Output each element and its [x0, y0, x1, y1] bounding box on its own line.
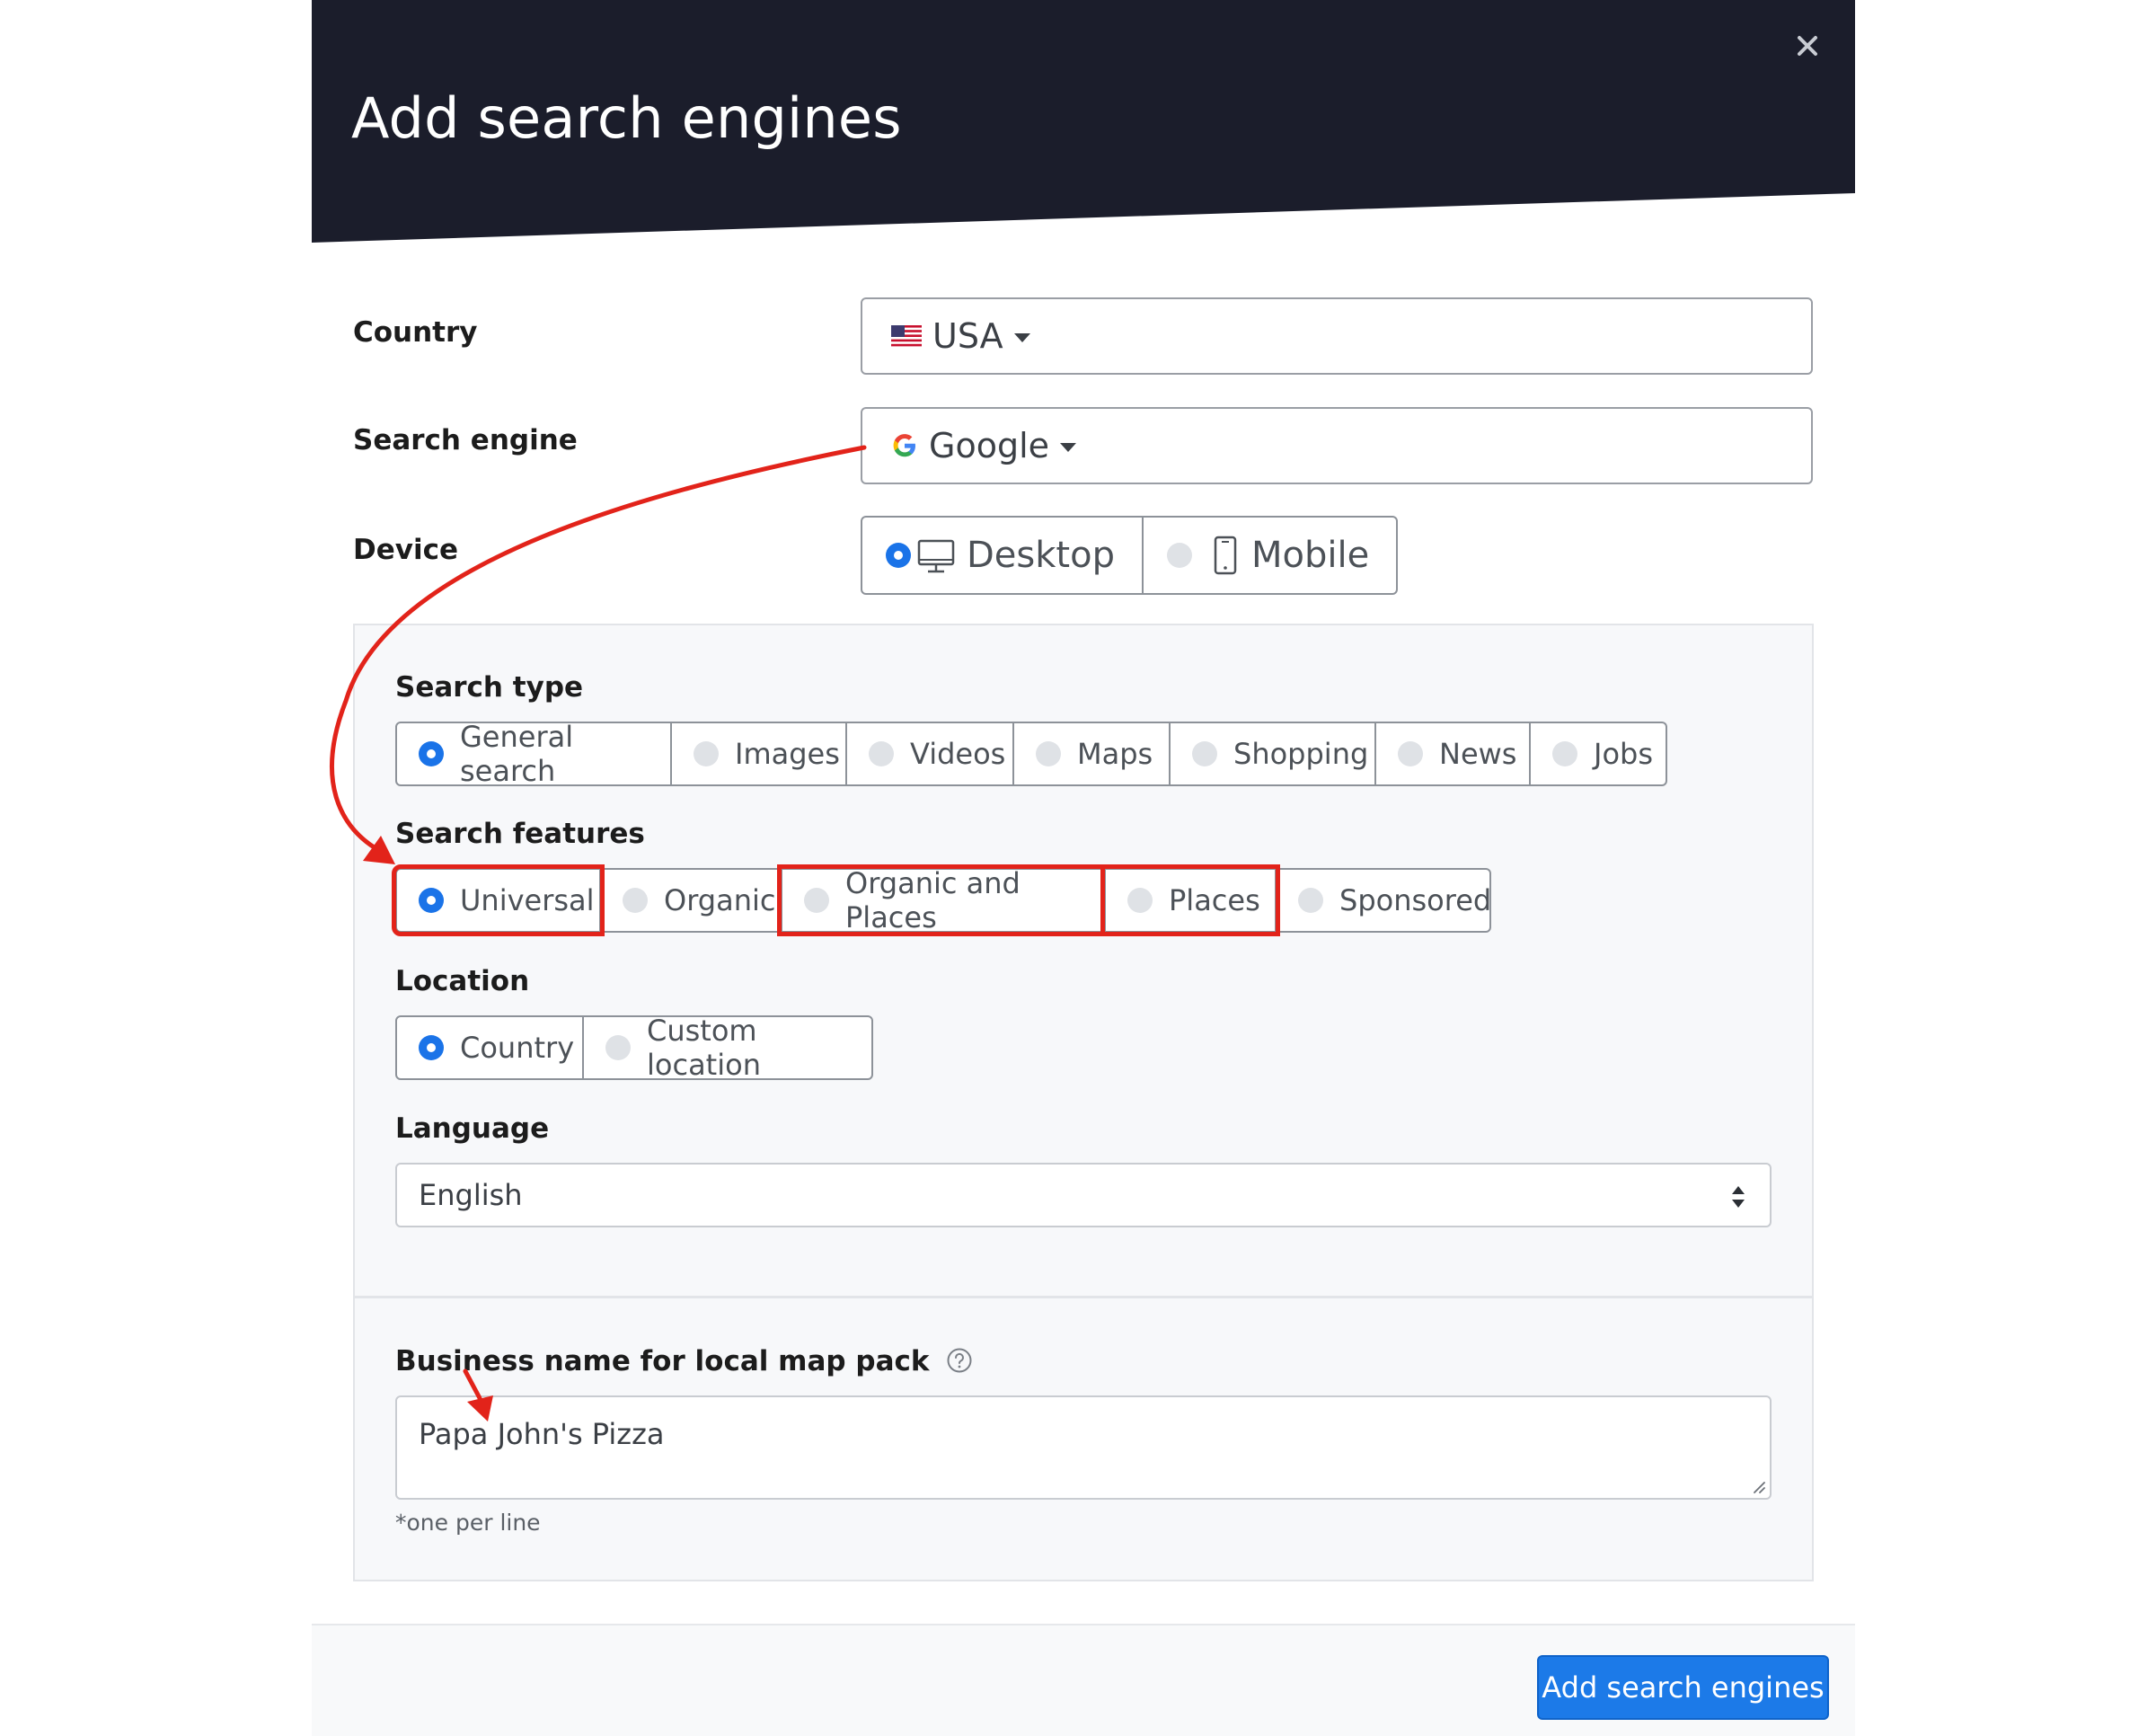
search-feature-option-label: Universal [460, 883, 595, 917]
search-features-label: Search features [395, 818, 645, 850]
radio-selected-icon [419, 1035, 444, 1060]
search-feature-option-label: Sponsored [1339, 883, 1492, 917]
search-type-general[interactable]: General search [395, 720, 672, 788]
radio-selected-icon [419, 741, 444, 766]
location-toggle: Country Custom location [395, 1014, 873, 1082]
radio-unselected-icon [1192, 741, 1217, 766]
modal-footer: Add search engines [312, 1624, 1855, 1736]
mobile-icon [1214, 536, 1237, 575]
search-engine-label: Search engine [353, 424, 578, 456]
search-feature-organic-and-places[interactable]: Organic and Places [777, 864, 1109, 936]
radio-selected-icon [886, 543, 911, 568]
search-feature-sponsored[interactable]: Sponsored [1275, 868, 1491, 933]
device-option-label: Desktop [967, 535, 1115, 576]
radio-unselected-icon [1552, 741, 1577, 766]
caret-down-icon [1060, 443, 1077, 452]
search-type-jobs[interactable]: Jobs [1529, 722, 1667, 786]
search-type-videos[interactable]: Videos [845, 722, 1014, 786]
search-type-option-label: Maps [1077, 737, 1153, 771]
one-per-line-hint: *one per line [395, 1510, 541, 1536]
device-option-label: Mobile [1250, 535, 1370, 576]
country-label: Country [353, 316, 478, 349]
search-type-option-label: Images [735, 737, 840, 771]
radio-unselected-icon [1298, 888, 1323, 913]
resize-handle-icon[interactable] [1750, 1478, 1766, 1494]
search-type-option-label: General search [460, 720, 574, 788]
search-engine-select[interactable]: Google [861, 407, 1813, 484]
search-type-shopping[interactable]: Shopping [1169, 722, 1376, 786]
language-label: Language [395, 1112, 550, 1145]
business-name-value: Papa John's Pizza [419, 1417, 665, 1451]
search-feature-option-label: Organic [664, 883, 776, 917]
country-select[interactable]: USA [861, 297, 1813, 375]
radio-unselected-icon [1127, 888, 1153, 913]
search-type-option-label: Videos [910, 737, 1006, 771]
radio-unselected-icon [623, 888, 648, 913]
us-flag-icon [891, 325, 922, 347]
search-feature-organic[interactable]: Organic [599, 868, 782, 933]
language-value: English [419, 1178, 523, 1212]
desktop-icon [917, 539, 955, 573]
search-feature-universal[interactable]: Universal [392, 864, 605, 936]
search-engine-value: Google [929, 426, 1050, 465]
radio-unselected-icon [605, 1035, 631, 1060]
language-select[interactable]: English [395, 1163, 1772, 1227]
device-option-mobile[interactable]: Mobile [1141, 516, 1399, 595]
search-type-option-label: Jobs [1594, 737, 1653, 771]
search-feature-places[interactable]: Places [1100, 864, 1280, 936]
location-option-label: Custom location [647, 1014, 761, 1082]
search-feature-option-label: Places [1169, 883, 1260, 917]
radio-unselected-icon [804, 888, 829, 913]
search-type-option-label: News [1439, 737, 1517, 771]
radio-unselected-icon [1036, 741, 1061, 766]
panel-divider [353, 1296, 1814, 1298]
location-label: Location [395, 965, 530, 997]
search-features-toggle: Universal Organic Organic and Places Pla… [392, 864, 1491, 936]
location-option-label: Country [460, 1031, 575, 1065]
google-g-icon [893, 434, 915, 457]
search-type-images[interactable]: Images [670, 722, 847, 786]
search-type-label: Search type [395, 671, 584, 704]
search-type-news[interactable]: News [1374, 722, 1531, 786]
modal-title: Add search engines [351, 85, 902, 151]
search-type-toggle: General search Images Videos Maps Shoppi… [395, 720, 1667, 788]
search-type-maps[interactable]: Maps [1012, 722, 1171, 786]
radio-unselected-icon [869, 741, 894, 766]
radio-unselected-icon [1398, 741, 1423, 766]
radio-unselected-icon [694, 741, 719, 766]
radio-selected-icon [419, 888, 444, 913]
help-circle-icon[interactable] [946, 1347, 973, 1374]
radio-unselected-icon [1166, 543, 1192, 568]
sort-updown-icon [1732, 1186, 1745, 1208]
device-toggle: Desktop Mobile [861, 516, 1399, 595]
search-type-option-label: Shopping [1233, 737, 1369, 771]
close-icon[interactable] [1796, 34, 1819, 58]
business-name-textarea[interactable]: Papa John's Pizza [395, 1395, 1772, 1500]
device-label: Device [353, 534, 458, 566]
country-value: USA [932, 316, 1003, 356]
location-option-country[interactable]: Country [395, 1015, 584, 1080]
business-name-label-text: Business name for local map pack [395, 1345, 930, 1377]
search-feature-option-label: Organic and Places [845, 866, 1021, 934]
device-option-desktop[interactable]: Desktop [861, 516, 1144, 595]
caret-down-icon [1013, 333, 1030, 342]
location-option-custom[interactable]: Custom location [582, 1014, 873, 1082]
business-name-label: Business name for local map pack [395, 1345, 973, 1377]
add-search-engines-button[interactable]: Add search engines [1537, 1655, 1829, 1720]
